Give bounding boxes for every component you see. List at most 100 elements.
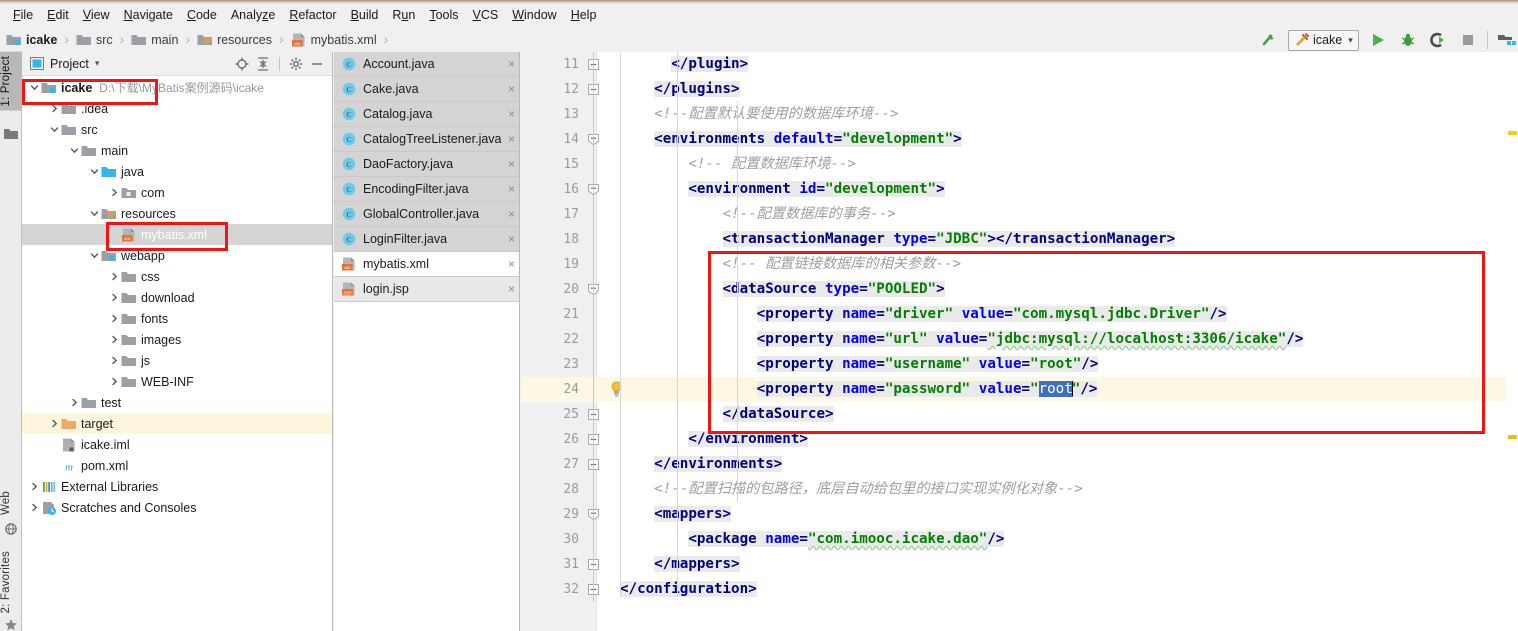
tree-node-webapp[interactable]: webapp <box>22 245 332 266</box>
code-text[interactable]: <!-- 配置链接数据库的相关参数--> <box>620 252 962 277</box>
close-icon[interactable]: × <box>505 107 515 121</box>
code-editor[interactable]: 11 </plugin> 12 </plugins> 13 <!--配置默认要使用的… <box>521 52 1518 631</box>
chevron-down-icon[interactable] <box>28 81 41 94</box>
tree-node-fonts[interactable]: fonts <box>22 308 332 329</box>
tree-node-js[interactable]: js <box>22 350 332 371</box>
close-icon[interactable]: × <box>505 82 515 96</box>
code-text[interactable]: </plugin> <box>620 52 749 77</box>
editor-tab-catalog-java[interactable]: C Catalog.java × <box>334 102 519 127</box>
menu-item-refactor[interactable]: Refactor <box>282 6 343 24</box>
code-text[interactable]: </configuration> <box>620 577 757 602</box>
menu-item-run[interactable]: Run <box>385 6 422 24</box>
breadcrumb-item-main[interactable]: main <box>130 33 179 47</box>
menu-item-analyze[interactable]: Analyze <box>224 6 282 24</box>
code-text[interactable]: <environment id="development"> <box>620 177 945 202</box>
tree-node-icake[interactable]: icake D:\下载\MyBatis案例源码\icake <box>22 77 332 98</box>
tool-window-tab-project[interactable]: 1: Project <box>0 52 22 111</box>
chevron-right-icon[interactable] <box>48 417 61 430</box>
code-text[interactable]: <mappers> <box>620 502 732 527</box>
stop-button[interactable] <box>1457 29 1479 51</box>
tree-node-css[interactable]: css <box>22 266 332 287</box>
code-text[interactable]: <environments default="development"> <box>620 127 962 152</box>
breadcrumb-item-resources[interactable]: resources <box>196 33 273 47</box>
editor-tab-globalcontroller-java[interactable]: C GlobalController.java × <box>334 202 519 227</box>
close-icon[interactable]: × <box>505 182 515 196</box>
chevron-down-icon[interactable] <box>88 207 101 220</box>
run-configuration-selector[interactable]: icake ▾ <box>1288 29 1359 51</box>
menu-item-vcs[interactable]: VCS <box>466 6 506 24</box>
locate-target-icon[interactable] <box>235 57 249 71</box>
code-line[interactable]: 11 </plugin> <box>521 52 1518 77</box>
editor-tab-mybatis-xml[interactable]: <> mybatis.xml × <box>334 252 519 277</box>
menu-item-build[interactable]: Build <box>344 6 386 24</box>
tree-node-resources[interactable]: resources <box>22 203 332 224</box>
code-line[interactable]: 20 <dataSource type="POOLED"> <box>521 277 1518 302</box>
menu-item-tools[interactable]: Tools <box>422 6 465 24</box>
chevron-right-icon[interactable] <box>68 396 81 409</box>
breadcrumb-item-mybatis-xml[interactable]: <> mybatis.xml <box>290 33 378 47</box>
close-icon[interactable]: × <box>505 257 515 271</box>
menu-item-help[interactable]: Help <box>564 6 604 24</box>
editor-tab-account-java[interactable]: C Account.java × <box>334 52 519 77</box>
caret-mark[interactable] <box>1508 435 1517 439</box>
code-line[interactable]: 24 <property name="password" value="root… <box>521 377 1518 402</box>
tree-node-com[interactable]: com <box>22 182 332 203</box>
chevron-down-icon[interactable]: ▾ <box>95 58 100 69</box>
tool-window-tab-favorites[interactable]: 2: Favorites <box>0 547 22 617</box>
minimize-icon[interactable] <box>310 57 324 71</box>
chevron-down-icon[interactable] <box>68 144 81 157</box>
menu-item-window[interactable]: Window <box>505 6 563 24</box>
editor-tab-cake-java[interactable]: C Cake.java × <box>334 77 519 102</box>
close-icon[interactable]: × <box>505 132 515 146</box>
editor-tab-catalogtreelistener-java[interactable]: C CatalogTreeListener.java × <box>334 127 519 152</box>
collapse-all-icon[interactable] <box>256 56 270 71</box>
tool-window-tab-web[interactable]: Web <box>0 487 22 519</box>
code-text[interactable]: <!-- 配置数据库环境--> <box>620 152 856 177</box>
code-text[interactable]: </dataSource> <box>620 402 834 427</box>
code-line[interactable]: 18 <transactionManager type="JDBC"></tra… <box>521 227 1518 252</box>
tree-node-pom-xml[interactable]: m pom.xml <box>22 455 332 476</box>
tree-node-external-libraries[interactable]: External Libraries <box>22 476 332 497</box>
tree-node-mybatis-xml[interactable]: <> mybatis.xml <box>22 224 332 245</box>
chevron-down-icon[interactable] <box>48 123 61 136</box>
chevron-right-icon[interactable] <box>108 186 121 199</box>
editor-tabs-list[interactable]: C Account.java × C Cake.java × C Catalog.java × C… <box>334 52 520 631</box>
code-text[interactable]: <!--配置默认要使用的数据库环境--> <box>620 102 898 127</box>
project-structure-button[interactable] <box>1496 29 1518 51</box>
code-line[interactable]: 17 <!--配置数据库的事务--> <box>521 202 1518 227</box>
close-icon[interactable]: × <box>505 57 515 71</box>
code-line[interactable]: 23 <property name="username" value="root… <box>521 352 1518 377</box>
code-line[interactable]: 12 </plugins> <box>521 77 1518 102</box>
code-text[interactable]: <transactionManager type="JDBC"></transa… <box>620 227 1176 252</box>
close-icon[interactable]: × <box>505 207 515 221</box>
close-icon[interactable]: × <box>505 157 515 171</box>
chevron-right-icon[interactable] <box>28 501 41 514</box>
chevron-down-icon[interactable] <box>88 249 101 262</box>
project-tree[interactable]: icake D:\下载\MyBatis案例源码\icake .idea src main… <box>22 77 332 631</box>
code-text[interactable]: </mappers> <box>620 552 740 577</box>
chevron-right-icon[interactable] <box>108 291 121 304</box>
menu-item-view[interactable]: View <box>76 6 117 24</box>
editor-tab-encodingfilter-java[interactable]: C EncodingFilter.java × <box>334 177 519 202</box>
breadcrumb-item-src[interactable]: src <box>75 33 114 47</box>
code-text[interactable]: </plugins> <box>620 77 740 102</box>
code-line[interactable]: 30 <package name="com.imooc.icake.dao"/> <box>521 527 1518 552</box>
error-stripe[interactable] <box>1506 104 1518 631</box>
close-icon[interactable]: × <box>505 232 515 246</box>
tree-node-icake-iml[interactable]: icake.iml <box>22 434 332 455</box>
code-line[interactable]: 29 <mappers> <box>521 502 1518 527</box>
code-line[interactable]: 25 </dataSource> <box>521 402 1518 427</box>
chevron-right-icon[interactable] <box>108 354 121 367</box>
code-line[interactable]: 26 </environment> <box>521 427 1518 452</box>
chevron-right-icon[interactable] <box>108 312 121 325</box>
code-line[interactable]: 14 <environments default="development"> <box>521 127 1518 152</box>
tree-node-download[interactable]: download <box>22 287 332 308</box>
code-line[interactable]: 16 <environment id="development"> <box>521 177 1518 202</box>
run-button[interactable] <box>1367 29 1389 51</box>
menu-item-code[interactable]: Code <box>180 6 224 24</box>
chevron-right-icon[interactable] <box>48 102 61 115</box>
menu-item-edit[interactable]: Edit <box>40 6 76 24</box>
chevron-right-icon[interactable] <box>108 270 121 283</box>
tree-node-images[interactable]: images <box>22 329 332 350</box>
chevron-right-icon[interactable] <box>108 375 121 388</box>
